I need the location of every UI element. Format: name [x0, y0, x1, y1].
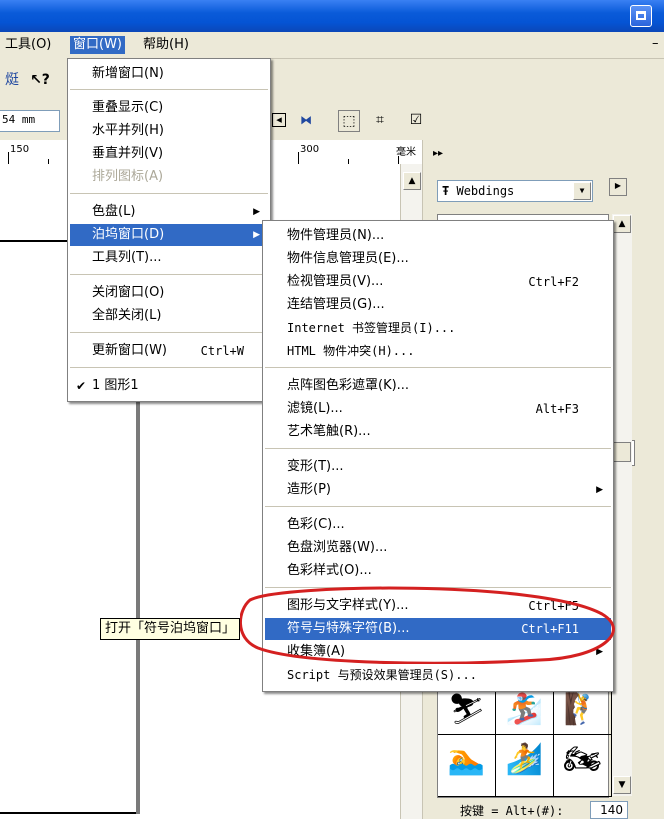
- checkmark-icon: ✔: [76, 379, 87, 393]
- ruler-label-300: 300: [300, 144, 320, 155]
- font-type-icon: Ŧ: [442, 184, 450, 198]
- font-select[interactable]: Ŧ Webdings ▼: [437, 180, 593, 202]
- menu-item-link-manager[interactable]: 连结管理员(G)...: [265, 294, 611, 316]
- menu-item-artistic-media[interactable]: 艺术笔触(R)...: [265, 421, 611, 443]
- symbol-scroll-up-icon[interactable]: ▲: [613, 215, 631, 233]
- align-icon[interactable]: ⧓: [296, 110, 316, 130]
- skier-symbol[interactable]: ⛷: [438, 685, 496, 735]
- menu-bar: 工具(O) 窗口(W) 帮助(H) –: [0, 32, 664, 59]
- menu-item-object-manager[interactable]: 物件管理员(N)...: [265, 225, 611, 247]
- menu-item-shaping[interactable]: 造形(P) ▶: [265, 479, 611, 501]
- tooltip: 打开「符号泊坞窗口」: [100, 618, 241, 640]
- crop-select-icon[interactable]: ⌗: [370, 110, 390, 130]
- submenu-arrow-icon: ▶: [253, 207, 260, 217]
- menu-item-internet-bookmark-manager[interactable]: Internet 书签管理员(I)...: [265, 317, 611, 339]
- menu-item-lens[interactable]: 滤镜(L)... Alt+F3: [265, 398, 611, 420]
- swimmer-symbol[interactable]: 🏊: [438, 735, 496, 797]
- lens-shortcut: Alt+F3: [535, 402, 579, 416]
- keystroke-label: 按键 = Alt+(#):: [460, 804, 564, 818]
- menu-item-refresh-window[interactable]: 更新窗口(W) Ctrl+W: [70, 340, 268, 362]
- maximize-button[interactable]: [630, 5, 652, 27]
- menu-item-tile-horizontal[interactable]: 水平并列(H): [70, 120, 268, 142]
- select-icon[interactable]: ⬚: [338, 110, 360, 132]
- menu-item-scrapbook[interactable]: 收集簿(A) ▶: [265, 641, 611, 663]
- launcher-icon[interactable]: 烶: [2, 70, 22, 90]
- nudge-field[interactable]: 54 mm: [0, 110, 60, 132]
- checklist-icon[interactable]: ☑: [406, 110, 426, 130]
- window-menu: 新增窗口(N) 重叠显示(C) 水平并列(H) 垂直并列(V) 排列图标(A) …: [67, 58, 271, 402]
- menu-item-tile-vertical[interactable]: 垂直并列(V): [70, 143, 268, 165]
- snowboard-symbol[interactable]: 🏂: [496, 685, 554, 735]
- menu-item-color-palette-browser[interactable]: 色盘浏览器(W)...: [265, 537, 611, 559]
- docker-expand-icon[interactable]: ▸▸: [433, 148, 443, 159]
- chevron-down-icon[interactable]: ▼: [573, 182, 591, 200]
- menu-help[interactable]: 帮助(H): [140, 36, 192, 54]
- menu-item-bitmap-color-mask[interactable]: 点阵图色彩遮罩(K)...: [265, 375, 611, 397]
- menu-window[interactable]: 窗口(W): [70, 36, 125, 54]
- submenu-arrow-icon: ▶: [596, 485, 603, 495]
- whats-this-help-icon[interactable]: ↖?: [30, 70, 50, 90]
- menu-item-dockers[interactable]: 泊坞窗口(D) ▶: [70, 224, 268, 246]
- menu-item-color[interactable]: 色彩(C)...: [265, 514, 611, 536]
- menu-item-toolbars[interactable]: 工具列(T)...: [70, 247, 268, 269]
- menu-item-view-manager[interactable]: 检视管理员(V)... Ctrl+F2: [265, 271, 611, 293]
- submenu-arrow-icon: ▶: [596, 647, 603, 657]
- symbol-scroll-down-icon[interactable]: ▼: [613, 776, 631, 794]
- refresh-shortcut: Ctrl+W: [200, 344, 244, 358]
- standard-toolbar: 烶 ↖?: [0, 58, 70, 101]
- menu-item-transformation[interactable]: 变形(T)...: [265, 456, 611, 478]
- symbols-shortcut: Ctrl+F11: [521, 622, 579, 636]
- menu-item-object-data-manager[interactable]: 物件信息管理员(E)...: [265, 248, 611, 270]
- ruler-label-150: 150: [10, 144, 30, 155]
- menu-item-script-preset-manager[interactable]: Script 与预设效果管理员(S)...: [265, 664, 611, 686]
- menu-item-new-window[interactable]: 新增窗口(N): [70, 63, 268, 85]
- motorbike-symbol[interactable]: 🏍: [554, 735, 612, 797]
- symbol-scroll-thumb[interactable]: [613, 442, 631, 462]
- ruler-unit: 毫米: [396, 147, 416, 158]
- font-select-value: Webdings: [456, 184, 515, 198]
- maximize-icon: [636, 11, 646, 20]
- title-bar: [0, 0, 664, 32]
- menu-item-arrange-icons: 排列图标(A): [92, 169, 164, 184]
- menu-tools[interactable]: 工具(O): [2, 36, 54, 54]
- menu-item-close-all[interactable]: 全部关闭(L): [70, 305, 268, 327]
- menu-item-document-1[interactable]: ✔ 1 图形1: [70, 375, 268, 397]
- menu-item-close-window[interactable]: 关闭窗口(O): [70, 282, 268, 304]
- menu-item-cascade[interactable]: 重叠显示(C): [70, 97, 268, 119]
- menu-item-html-object-conflict[interactable]: HTML 物件冲突(H)...: [265, 340, 611, 362]
- climber-symbol[interactable]: 🧗: [554, 685, 612, 735]
- scroll-up-icon[interactable]: ▲: [403, 172, 421, 190]
- view-manager-shortcut: Ctrl+F2: [528, 275, 579, 289]
- menu-item-symbols-special-characters[interactable]: 符号与特殊字符(B)... Ctrl+F11: [265, 618, 611, 640]
- docker-menu-arrow-icon[interactable]: ▶: [609, 178, 627, 196]
- surfer-symbol[interactable]: 🏄: [496, 735, 554, 797]
- menu-item-graphic-text-styles[interactable]: 图形与文字样式(Y)... Ctrl+F5: [265, 595, 611, 617]
- previous-icon[interactable]: ◂: [272, 113, 286, 127]
- submenu-arrow-icon: ▶: [253, 230, 260, 240]
- dockers-submenu: 物件管理员(N)... 物件信息管理员(E)... 检视管理员(V)... Ctr…: [262, 220, 614, 692]
- symbol-grid-scrollbar[interactable]: ▲ ▼: [612, 214, 632, 796]
- menu-minimize-icon[interactable]: –: [652, 36, 659, 51]
- keystroke-value[interactable]: 140: [590, 801, 628, 819]
- menu-item-color-styles[interactable]: 色彩样式(O)...: [265, 560, 611, 582]
- menu-item-color-palettes[interactable]: 色盘(L) ▶: [70, 201, 268, 223]
- styles-shortcut: Ctrl+F5: [528, 599, 579, 613]
